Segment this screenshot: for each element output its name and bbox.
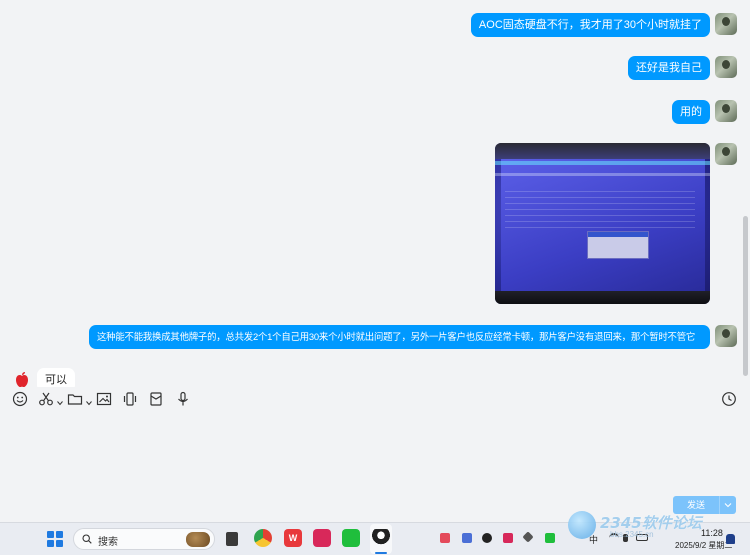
input-toolbar [0,387,750,411]
tray-wechat-icon[interactable] [545,533,555,543]
red-packet-icon[interactable] [146,389,166,409]
message-bubble-outgoing[interactable]: 用的 [672,100,710,124]
app-red-icon[interactable] [313,529,331,547]
tray-app-icon[interactable] [522,531,534,543]
photo-table-lines [505,191,695,231]
emoji-icon[interactable] [10,389,30,409]
avatar[interactable] [715,56,737,78]
message-bubble-outgoing[interactable]: AOC固态硬盘不行，我才用了30个小时就挂了 [470,13,710,37]
message-bubble-outgoing[interactable]: 这种能不能我换成其他牌子的，总共发2个1个自己用30来个小时就出问题了，另外一片… [89,325,710,349]
chat-message-area[interactable]: AOC固态硬盘不行，我才用了30个小时就挂了 还好是我自己 用的 这种能不能我换… [0,0,750,387]
contact-avatar-apple-icon[interactable] [11,369,33,387]
history-icon[interactable] [719,389,739,409]
notification-bell-icon[interactable] [726,534,735,544]
wechat-icon[interactable] [342,529,360,547]
tray-app-icon[interactable] [462,533,472,543]
photo-desk [495,291,710,304]
chat-scrollbar[interactable] [743,6,748,378]
scissors-icon[interactable] [36,389,56,409]
message-bubble-incoming[interactable]: 可以 [37,368,75,387]
avatar[interactable] [715,100,737,122]
avatar[interactable] [715,13,737,35]
photo-stripe [495,161,710,165]
search-placeholder: 搜索 [98,537,118,548]
watermark-url: bbs.2345.cn [610,530,654,539]
windows-start-icon[interactable] [47,531,63,547]
wps-office-icon[interactable]: W [284,529,302,547]
chrome-icon[interactable] [254,529,272,547]
message-input-area[interactable] [0,411,750,521]
active-indicator [375,552,387,554]
tray-qq-icon[interactable] [482,533,492,543]
tray-app-icon[interactable] [503,533,513,543]
vibrate-icon[interactable] [120,389,140,409]
avatar[interactable] [715,325,737,347]
watermark-logo-icon [568,511,596,539]
message-image-screenshot-photo[interactable] [495,143,710,304]
search-highlight-image [186,532,210,547]
search-icon [82,534,92,544]
qq-icon[interactable] [372,529,390,547]
photo-stripe [495,173,710,176]
image-icon[interactable] [94,389,114,409]
photo-monitor-bezel [495,143,710,159]
tray-app-icon[interactable] [440,533,450,543]
task-view-icon[interactable] [226,532,238,546]
taskbar-search-box[interactable]: 搜索 [73,528,215,550]
avatar[interactable] [715,143,737,165]
microphone-icon[interactable] [173,389,193,409]
chevron-down-icon[interactable] [86,395,92,406]
photo-dialog [587,231,649,259]
folder-icon[interactable] [65,389,85,409]
scrollbar-thumb[interactable] [743,216,748,376]
chevron-down-icon[interactable] [57,395,63,406]
watermark: 2345软件论坛 bbs.2345.cn [564,509,724,547]
message-bubble-outgoing[interactable]: 还好是我自己 [628,56,710,80]
